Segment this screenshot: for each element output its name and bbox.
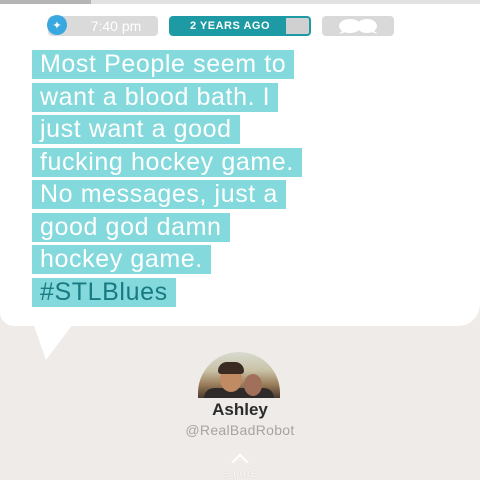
- share-label: SHARE: [221, 469, 258, 479]
- tweet-line-text: No messages, just a: [32, 180, 286, 209]
- tweet-line-text: good god damn: [32, 212, 230, 242]
- tweet-text: Most People seem to want a blood bath. I…: [32, 50, 452, 310]
- author-name[interactable]: Ashley: [0, 400, 480, 420]
- tweet-time-pill[interactable]: ✦ 7:40 pm: [47, 15, 158, 36]
- tweet-line: Most People seem to: [32, 50, 452, 83]
- twitter-bird-icon: ✦: [47, 15, 67, 35]
- tweet-viewer: ✦ 7:40 pm 2 YEARS AGO Most People seem t…: [0, 0, 480, 480]
- tweet-line: want a blood bath. I: [32, 82, 452, 116]
- tweet-line-text: just want a good: [32, 115, 240, 144]
- tweet-time: 7:40 pm: [90, 18, 142, 34]
- speech-bubbles-icon: [339, 19, 378, 34]
- avatar-photo-detail: [244, 374, 262, 396]
- tweet-line: #STLBlues: [32, 277, 452, 311]
- tweet-line-text: want a blood bath. I: [32, 82, 279, 112]
- tweet-line: hockey game.: [32, 245, 452, 278]
- tweet-card: ✦ 7:40 pm 2 YEARS AGO Most People seem t…: [0, 4, 480, 326]
- conversation-button[interactable]: [322, 16, 394, 36]
- hashtag-link[interactable]: #STLBlues: [32, 277, 176, 307]
- chevron-up-icon: [231, 453, 249, 471]
- avatar-photo-detail: [218, 362, 244, 374]
- author-handle[interactable]: @RealBadRobot: [0, 422, 480, 438]
- tweet-age-pill[interactable]: 2 YEARS AGO: [169, 16, 311, 36]
- tweet-line-text: Most People seem to: [32, 50, 295, 79]
- tweet-meta-bar: ✦ 7:40 pm 2 YEARS AGO: [0, 15, 480, 38]
- avatar-photo-detail: [204, 388, 274, 398]
- tweet-line: fucking hockey game.: [32, 147, 452, 181]
- avatar[interactable]: [198, 352, 280, 398]
- tweet-line-text: fucking hockey game.: [32, 147, 302, 177]
- tweet-line: No messages, just a: [32, 180, 452, 213]
- tweet-line-text: hockey game.: [32, 245, 211, 274]
- share-button[interactable]: SHARE: [210, 452, 270, 479]
- tweet-age: 2 YEARS AGO: [189, 20, 271, 32]
- tweet-line: good god damn: [32, 212, 452, 246]
- speech-bubble-tail: [32, 320, 76, 360]
- tweet-line: just want a good: [32, 115, 452, 148]
